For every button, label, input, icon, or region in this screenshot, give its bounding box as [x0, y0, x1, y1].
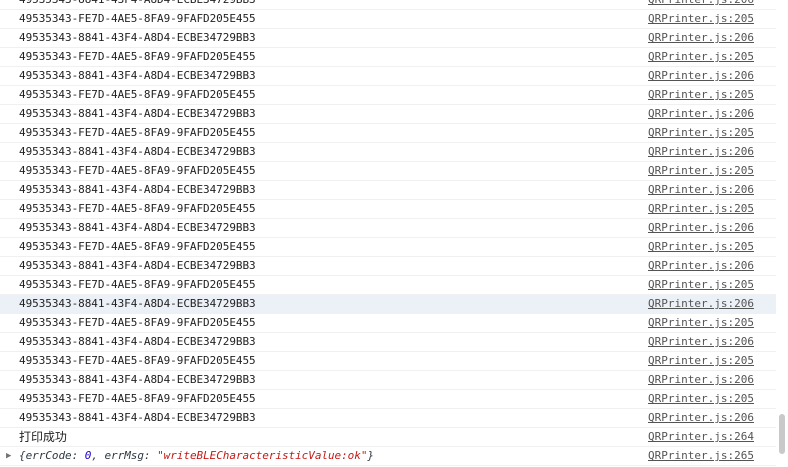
- log-row: 49535343-8841-43F4-A8D4-ECBE34729BB3 QRPr…: [0, 67, 776, 86]
- log-row: 49535343-FE7D-4AE5-8FA9-9FAFD205E455 QRPr…: [0, 124, 776, 143]
- log-row: 49535343-8841-43F4-A8D4-ECBE34729BB3 QRPr…: [0, 143, 776, 162]
- log-row: 49535343-FE7D-4AE5-8FA9-9FAFD205E455 QRPr…: [0, 48, 776, 67]
- log-message: 49535343-FE7D-4AE5-8FA9-9FAFD205E455: [19, 50, 256, 63]
- source-link[interactable]: QRPrinter.js:205: [648, 162, 754, 180]
- scrollbar-thumb[interactable]: [779, 414, 785, 454]
- source-link[interactable]: QRPrinter.js:206: [648, 181, 754, 199]
- log-message: 49535343-FE7D-4AE5-8FA9-9FAFD205E455: [19, 316, 256, 329]
- log-message: 49535343-8841-43F4-A8D4-ECBE34729BB3: [19, 107, 256, 120]
- log-row: 49535343-8841-43F4-A8D4-ECBE34729BB3 QRPr…: [0, 105, 776, 124]
- object-preview[interactable]: {errCode: 0, errMsg: "writeBLECharacteri…: [19, 447, 374, 465]
- log-message: 49535343-FE7D-4AE5-8FA9-9FAFD205E455: [19, 278, 256, 291]
- log-message: 49535343-FE7D-4AE5-8FA9-9FAFD205E455: [19, 202, 256, 215]
- console-log: 49535343-8841-43F4-A8D4-ECBE34729BB3 QRPr…: [0, 0, 776, 466]
- brace-open: {: [19, 449, 26, 462]
- log-message: 49535343-8841-43F4-A8D4-ECBE34729BB3: [19, 259, 256, 272]
- log-message: 49535343-FE7D-4AE5-8FA9-9FAFD205E455: [19, 88, 256, 101]
- log-row-success: 打印成功 QRPrinter.js:264: [0, 428, 776, 447]
- log-row: 49535343-8841-43F4-A8D4-ECBE34729BB3 QRPr…: [0, 257, 776, 276]
- log-message: 49535343-FE7D-4AE5-8FA9-9FAFD205E455: [19, 240, 256, 253]
- source-link[interactable]: QRPrinter.js:205: [648, 352, 754, 370]
- source-link[interactable]: QRPrinter.js:205: [648, 238, 754, 256]
- source-link[interactable]: QRPrinter.js:205: [648, 314, 754, 332]
- object-key-errcode: errCode: [25, 449, 72, 462]
- expand-triangle-icon[interactable]: ▶: [6, 447, 11, 465]
- log-message: 49535343-FE7D-4AE5-8FA9-9FAFD205E455: [19, 126, 256, 139]
- log-row: 49535343-8841-43F4-A8D4-ECBE34729BB3 QRPr…: [0, 181, 776, 200]
- source-link[interactable]: QRPrinter.js:206: [648, 143, 754, 161]
- log-row: 49535343-8841-43F4-A8D4-ECBE34729BB3 QRPr…: [0, 219, 776, 238]
- log-row: 49535343-FE7D-4AE5-8FA9-9FAFD205E455 QRPr…: [0, 390, 776, 409]
- source-link[interactable]: QRPrinter.js:264: [648, 428, 754, 446]
- log-row: 49535343-8841-43F4-A8D4-ECBE34729BB3 QRPr…: [0, 333, 776, 352]
- log-message: 49535343-8841-43F4-A8D4-ECBE34729BB3: [19, 297, 256, 310]
- log-message: 49535343-8841-43F4-A8D4-ECBE34729BB3: [19, 221, 256, 234]
- log-message: 49535343-FE7D-4AE5-8FA9-9FAFD205E455: [19, 392, 256, 405]
- log-row: 49535343-FE7D-4AE5-8FA9-9FAFD205E455 QRPr…: [0, 86, 776, 105]
- log-message: 49535343-8841-43F4-A8D4-ECBE34729BB3: [19, 183, 256, 196]
- log-message: 49535343-8841-43F4-A8D4-ECBE34729BB3: [19, 0, 256, 9]
- source-link[interactable]: QRPrinter.js:205: [648, 390, 754, 408]
- log-row: 49535343-FE7D-4AE5-8FA9-9FAFD205E455 QRPr…: [0, 238, 776, 257]
- source-link[interactable]: QRPrinter.js:205: [648, 48, 754, 66]
- log-row: 49535343-8841-43F4-A8D4-ECBE34729BB3 QRPr…: [0, 409, 776, 428]
- comma: ,: [91, 449, 105, 462]
- source-link[interactable]: QRPrinter.js:206: [648, 105, 754, 123]
- log-row: 49535343-FE7D-4AE5-8FA9-9FAFD205E455 QRPr…: [0, 314, 776, 333]
- log-row: 49535343-FE7D-4AE5-8FA9-9FAFD205E455 QRPr…: [0, 200, 776, 219]
- source-link[interactable]: QRPrinter.js:206: [648, 295, 754, 313]
- log-message: 49535343-FE7D-4AE5-8FA9-9FAFD205E455: [19, 164, 256, 177]
- source-link[interactable]: QRPrinter.js:206: [648, 371, 754, 389]
- log-message: 49535343-FE7D-4AE5-8FA9-9FAFD205E455: [19, 354, 256, 367]
- log-row: 49535343-8841-43F4-A8D4-ECBE34729BB3 QRPr…: [0, 0, 776, 10]
- source-link[interactable]: QRPrinter.js:206: [648, 29, 754, 47]
- log-message: 49535343-8841-43F4-A8D4-ECBE34729BB3: [19, 69, 256, 82]
- log-row: 49535343-FE7D-4AE5-8FA9-9FAFD205E455 QRPr…: [0, 162, 776, 181]
- log-row-object[interactable]: ▶ {errCode: 0, errMsg: "writeBLECharacte…: [0, 447, 776, 466]
- source-link[interactable]: QRPrinter.js:205: [648, 200, 754, 218]
- log-row: 49535343-8841-43F4-A8D4-ECBE34729BB3 QRPr…: [0, 295, 776, 314]
- log-message: 49535343-8841-43F4-A8D4-ECBE34729BB3: [19, 411, 256, 424]
- log-rows: 49535343-8841-43F4-A8D4-ECBE34729BB3 QRPr…: [0, 0, 776, 428]
- source-link[interactable]: QRPrinter.js:206: [648, 409, 754, 427]
- log-row: 49535343-FE7D-4AE5-8FA9-9FAFD205E455 QRPr…: [0, 10, 776, 29]
- source-link[interactable]: QRPrinter.js:206: [648, 257, 754, 275]
- colon: :: [143, 449, 158, 462]
- log-message: 49535343-FE7D-4AE5-8FA9-9FAFD205E455: [19, 12, 256, 25]
- source-link[interactable]: QRPrinter.js:206: [648, 219, 754, 237]
- object-key-errmsg: errMsg: [104, 449, 144, 462]
- source-link[interactable]: QRPrinter.js:265: [648, 447, 754, 465]
- source-link[interactable]: QRPrinter.js:205: [648, 10, 754, 28]
- log-row: 49535343-8841-43F4-A8D4-ECBE34729BB3 QRPr…: [0, 371, 776, 390]
- log-message: 49535343-8841-43F4-A8D4-ECBE34729BB3: [19, 145, 256, 158]
- log-row: 49535343-8841-43F4-A8D4-ECBE34729BB3 QRPr…: [0, 29, 776, 48]
- object-value-errmsg: "writeBLECharacteristicValue:ok": [157, 449, 368, 462]
- log-message: 打印成功: [19, 430, 67, 444]
- log-message: 49535343-8841-43F4-A8D4-ECBE34729BB3: [19, 373, 256, 386]
- log-message: 49535343-8841-43F4-A8D4-ECBE34729BB3: [19, 31, 256, 44]
- colon: :: [71, 449, 85, 462]
- log-row: 49535343-FE7D-4AE5-8FA9-9FAFD205E455 QRPr…: [0, 352, 776, 371]
- source-link[interactable]: QRPrinter.js:205: [648, 276, 754, 294]
- log-message: 49535343-8841-43F4-A8D4-ECBE34729BB3: [19, 335, 256, 348]
- log-row: 49535343-FE7D-4AE5-8FA9-9FAFD205E455 QRPr…: [0, 276, 776, 295]
- brace-close: }: [367, 449, 374, 462]
- source-link[interactable]: QRPrinter.js:206: [648, 67, 754, 85]
- source-link[interactable]: QRPrinter.js:205: [648, 86, 754, 104]
- source-link[interactable]: QRPrinter.js:205: [648, 124, 754, 142]
- console-scrollbar[interactable]: [776, 0, 788, 467]
- source-link[interactable]: QRPrinter.js:206: [648, 333, 754, 351]
- source-link[interactable]: QRPrinter.js:206: [648, 0, 754, 9]
